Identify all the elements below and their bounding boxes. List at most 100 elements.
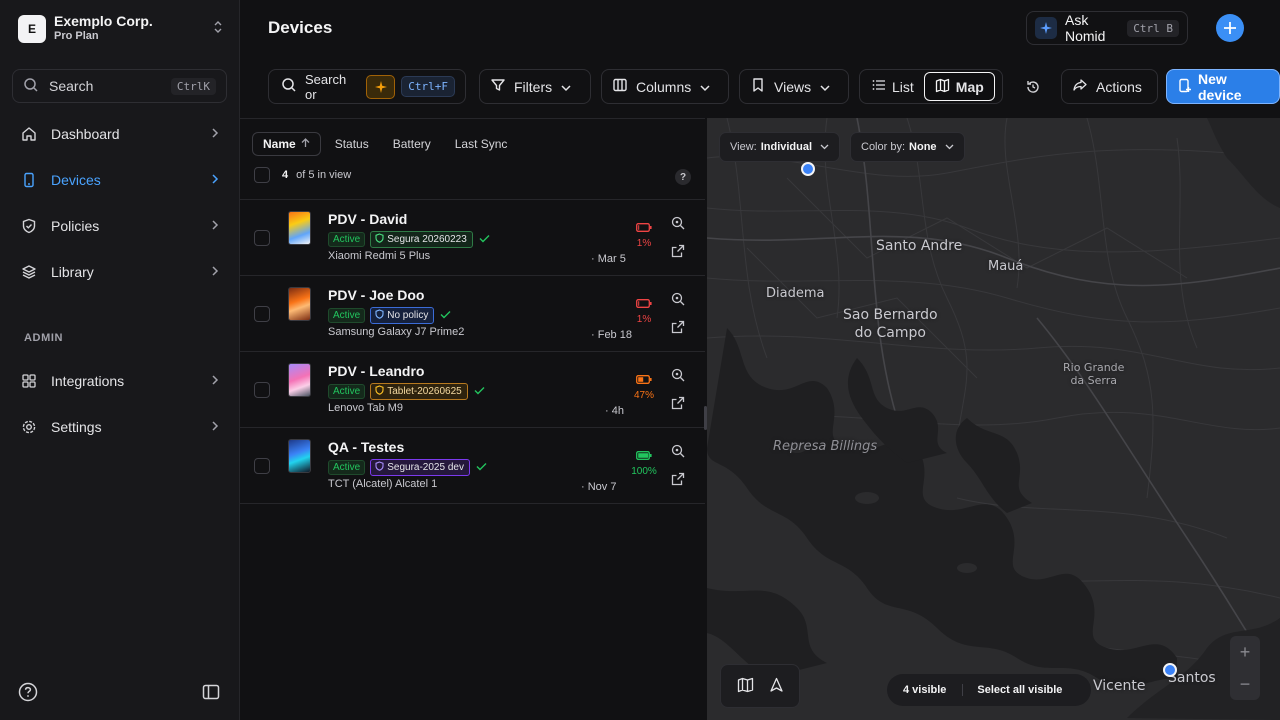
list-icon: [872, 78, 886, 95]
device-model: Samsung Galaxy J7 Prime2: [328, 326, 465, 338]
battery-indicator: 47%: [624, 372, 664, 401]
sort-battery-button[interactable]: Battery: [383, 132, 441, 156]
policy-name: Tablet-20260625: [387, 386, 462, 397]
map-icon: [935, 78, 950, 96]
open-external-icon[interactable]: [671, 396, 685, 413]
org-switcher[interactable]: E Exemplo Corp. Pro Plan: [18, 14, 223, 44]
sparkle-icon: [1035, 17, 1057, 39]
battery-percent: 100%: [631, 466, 657, 477]
open-external-icon[interactable]: [671, 244, 685, 261]
sort-status-button[interactable]: Status: [325, 132, 379, 156]
chevron-right-icon: [211, 173, 219, 188]
locate-device-icon[interactable]: [671, 444, 685, 461]
chevron-right-icon: [211, 265, 219, 280]
map-panel[interactable]: Santo Andre Mauá Diadema Sao Bernardo do…: [707, 118, 1280, 720]
navigation-icon[interactable]: [769, 677, 784, 696]
device-map-pin[interactable]: [801, 162, 815, 176]
locate-device-icon[interactable]: [671, 216, 685, 233]
row-checkbox[interactable]: [254, 382, 270, 398]
open-external-icon[interactable]: [671, 472, 685, 489]
chevron-down-icon: [560, 79, 572, 95]
policy-badge[interactable]: Tablet-20260625: [370, 383, 468, 400]
shield-icon: [20, 217, 38, 235]
refresh-icon[interactable]: [1019, 74, 1047, 100]
search-shortcut: CtrlK: [170, 77, 216, 95]
device-search[interactable]: Search or Ctrl+F: [268, 69, 466, 104]
select-all-checkbox[interactable]: [254, 167, 270, 183]
list-end-divider: [240, 503, 705, 504]
sidebar-item-label: Dashboard: [51, 126, 120, 142]
last-sync: · Nov 7: [581, 481, 617, 493]
ai-search-button[interactable]: [365, 74, 396, 99]
device-thumbnail: [288, 363, 311, 397]
row-checkbox[interactable]: [254, 458, 270, 474]
device-map-pin[interactable]: [1163, 663, 1177, 677]
map-selection-bar: 4 visible Select all visible: [887, 674, 1091, 706]
sidebar-item-settings[interactable]: Settings: [12, 409, 227, 445]
list-view-button[interactable]: List: [862, 72, 924, 101]
locate-device-icon[interactable]: [671, 292, 685, 309]
sidebar-item-label: Settings: [51, 419, 102, 435]
view-mode-toggle: List Map: [859, 69, 1003, 104]
add-button[interactable]: [1216, 14, 1244, 42]
sidebar-item-devices[interactable]: Devices: [12, 162, 227, 198]
in-view-summary: 4 of 5 in view: [254, 167, 351, 183]
ask-nomid-button[interactable]: Ask Nomid Ctrl B: [1026, 11, 1188, 45]
add-device-icon: [1177, 78, 1192, 96]
sort-name-button[interactable]: Name: [252, 132, 321, 156]
sort-name-label: Name: [263, 137, 296, 151]
policy-badge[interactable]: Segura 20260223: [370, 231, 473, 248]
device-icon: [20, 171, 38, 189]
device-thumbnail: [288, 439, 311, 473]
locate-device-icon[interactable]: [671, 368, 685, 385]
policy-badge[interactable]: Segura-2025 dev: [370, 459, 470, 476]
collapse-sidebar-icon[interactable]: [201, 682, 221, 705]
list-help-icon[interactable]: ?: [675, 169, 691, 185]
filters-button[interactable]: Filters: [479, 69, 591, 104]
sidebar-item-integrations[interactable]: Integrations: [12, 363, 227, 399]
map-place-label-line: do Campo: [854, 325, 926, 341]
color-by-select[interactable]: Color by: None: [850, 132, 965, 162]
table-row[interactable]: PDV - Leandro Active Tablet-20260625 Len…: [240, 351, 705, 427]
table-row[interactable]: QA - Testes Active Segura-2025 dev TCT (…: [240, 427, 705, 503]
battery-indicator: 1%: [624, 220, 664, 249]
views-button[interactable]: Views: [739, 69, 849, 104]
chevron-right-icon: [211, 374, 219, 389]
filters-label: Filters: [514, 78, 553, 95]
sidebar-item-policies[interactable]: Policies: [12, 208, 227, 244]
device-name: PDV - Joe Doo: [328, 287, 425, 303]
policy-name: No policy: [387, 310, 429, 321]
map-place-label: Sao Bernardo do Campo: [843, 306, 938, 342]
table-row[interactable]: PDV - Joe Doo Active No policy Samsung G…: [240, 275, 705, 351]
zoom-in-button[interactable]: +: [1240, 642, 1251, 663]
bookmark-icon: [750, 77, 766, 96]
sidebar-item-dashboard[interactable]: Dashboard: [12, 116, 227, 152]
last-sync: · Mar 5: [591, 253, 626, 265]
shield-icon: [375, 309, 384, 322]
policy-name: Segura-2025 dev: [387, 462, 464, 473]
select-all-visible-button[interactable]: Select all visible: [963, 684, 1076, 696]
columns-button[interactable]: Columns: [601, 69, 729, 104]
table-row[interactable]: PDV - David Active Segura 20260223 Xiaom…: [240, 199, 705, 275]
map-layers-icon[interactable]: [737, 677, 754, 696]
zoom-out-button[interactable]: −: [1240, 674, 1251, 695]
row-checkbox[interactable]: [254, 230, 270, 246]
sidebar-item-library[interactable]: Library: [12, 254, 227, 290]
policy-badge[interactable]: No policy: [370, 307, 435, 324]
device-name: QA - Testes: [328, 439, 405, 455]
map-place-label: Diadema: [766, 286, 825, 301]
sidebar-search[interactable]: Search CtrlK: [12, 69, 227, 103]
map-place-label: Santo Andre: [876, 238, 963, 254]
sort-last-sync-button[interactable]: Last Sync: [445, 132, 518, 156]
actions-button[interactable]: Actions: [1061, 69, 1158, 104]
search-icon: [23, 77, 39, 96]
device-thumbnail: [288, 287, 311, 321]
new-device-button[interactable]: New device: [1166, 69, 1280, 104]
map-view-button[interactable]: Map: [923, 72, 995, 101]
help-icon[interactable]: [18, 682, 38, 705]
open-external-icon[interactable]: [671, 320, 685, 337]
view-mode-select[interactable]: View: Individual: [719, 132, 841, 162]
new-device-label: New device: [1198, 70, 1242, 103]
check-icon: [440, 310, 451, 322]
row-checkbox[interactable]: [254, 306, 270, 322]
